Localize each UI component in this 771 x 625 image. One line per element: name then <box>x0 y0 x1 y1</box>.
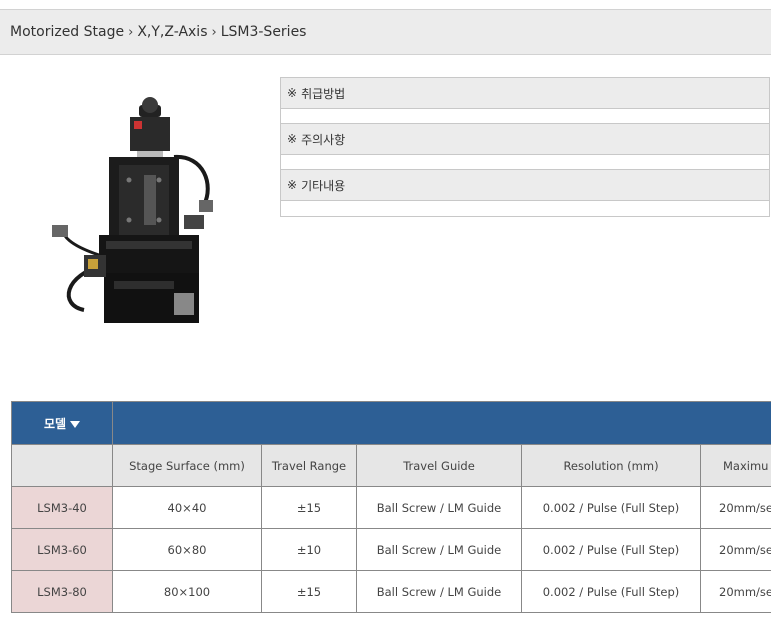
info-section-body <box>281 201 769 216</box>
caret-down-icon <box>70 420 81 428</box>
spec-table: 모델 Stage Surface (mm) Travel Range Trave… <box>11 401 771 613</box>
table-cell: ±15 <box>261 486 357 529</box>
table-cell: 0.002 / Pulse (Full Step) <box>521 528 701 571</box>
table-cell: 80×100 <box>112 570 262 613</box>
table-cell: 20mm/se <box>699 570 771 613</box>
breadcrumb-item-motorized-stage[interactable]: Motorized Stage <box>10 24 124 40</box>
chevron-right-icon: › <box>128 24 134 40</box>
table-row[interactable]: LSM3-60 60×80 ±10 Ball Screw / LM Guide … <box>11 528 771 571</box>
model-header-bar <box>111 401 771 445</box>
table-cell: 0.002 / Pulse (Full Step) <box>521 570 701 613</box>
table-cell: 20mm/se <box>699 486 771 529</box>
info-section-title: 기타내용 <box>301 178 346 193</box>
column-header: Travel Range <box>261 444 357 487</box>
table-cell: Ball Screw / LM Guide <box>356 486 522 529</box>
info-section-body <box>281 155 769 170</box>
table-cell: 60×80 <box>112 528 262 571</box>
reference-mark-icon: ※ <box>287 132 298 146</box>
info-section-other[interactable]: ※ 기타내용 <box>281 170 769 201</box>
table-cell: ±10 <box>261 528 357 571</box>
model-dropdown-button[interactable]: 모델 <box>11 401 113 445</box>
table-row[interactable]: LSM3-40 40×40 ±15 Ball Screw / LM Guide … <box>11 486 771 529</box>
info-section-body <box>281 109 769 124</box>
reference-mark-icon: ※ <box>287 86 298 100</box>
breadcrumb: Motorized Stage › X,Y,Z-Axis › LSM3-Seri… <box>0 9 771 55</box>
table-cell: 40×40 <box>112 486 262 529</box>
column-header: Stage Surface (mm) <box>112 444 262 487</box>
table-cell: ±15 <box>261 570 357 613</box>
info-panel: ※ 취급방법 ※ 주의사항 ※ 기타내용 <box>280 77 770 217</box>
model-dropdown-label: 모델 <box>43 416 67 431</box>
reference-mark-icon: ※ <box>287 178 298 192</box>
column-header-row: Stage Surface (mm) Travel Range Travel G… <box>11 444 771 487</box>
spec-table-container[interactable]: 모델 Stage Surface (mm) Travel Range Trave… <box>11 401 771 613</box>
info-section-cautions[interactable]: ※ 주의사항 <box>281 124 769 155</box>
column-header: Resolution (mm) <box>521 444 701 487</box>
model-header-row: 모델 <box>11 401 771 445</box>
table-row[interactable]: LSM3-80 80×100 ±15 Ball Screw / LM Guide… <box>11 570 771 613</box>
breadcrumb-item-xyz-axis[interactable]: X,Y,Z-Axis <box>137 24 207 40</box>
column-header <box>11 444 113 487</box>
info-section-handling[interactable]: ※ 취급방법 <box>281 78 769 109</box>
info-section-title: 취급방법 <box>301 86 346 101</box>
chevron-right-icon: › <box>211 24 217 40</box>
table-cell: Ball Screw / LM Guide <box>356 528 522 571</box>
model-cell[interactable]: LSM3-40 <box>11 486 113 529</box>
table-cell: 0.002 / Pulse (Full Step) <box>521 486 701 529</box>
table-cell: Ball Screw / LM Guide <box>356 570 522 613</box>
column-header: Maximu <box>699 444 771 487</box>
xyz-motorized-stage-photo <box>52 97 213 323</box>
model-cell[interactable]: LSM3-80 <box>11 570 113 613</box>
column-header: Travel Guide <box>356 444 522 487</box>
breadcrumb-item-lsm3-series[interactable]: LSM3-Series <box>221 24 307 40</box>
model-cell[interactable]: LSM3-60 <box>11 528 113 571</box>
table-cell: 20mm/se <box>699 528 771 571</box>
info-section-title: 주의사항 <box>301 132 346 147</box>
